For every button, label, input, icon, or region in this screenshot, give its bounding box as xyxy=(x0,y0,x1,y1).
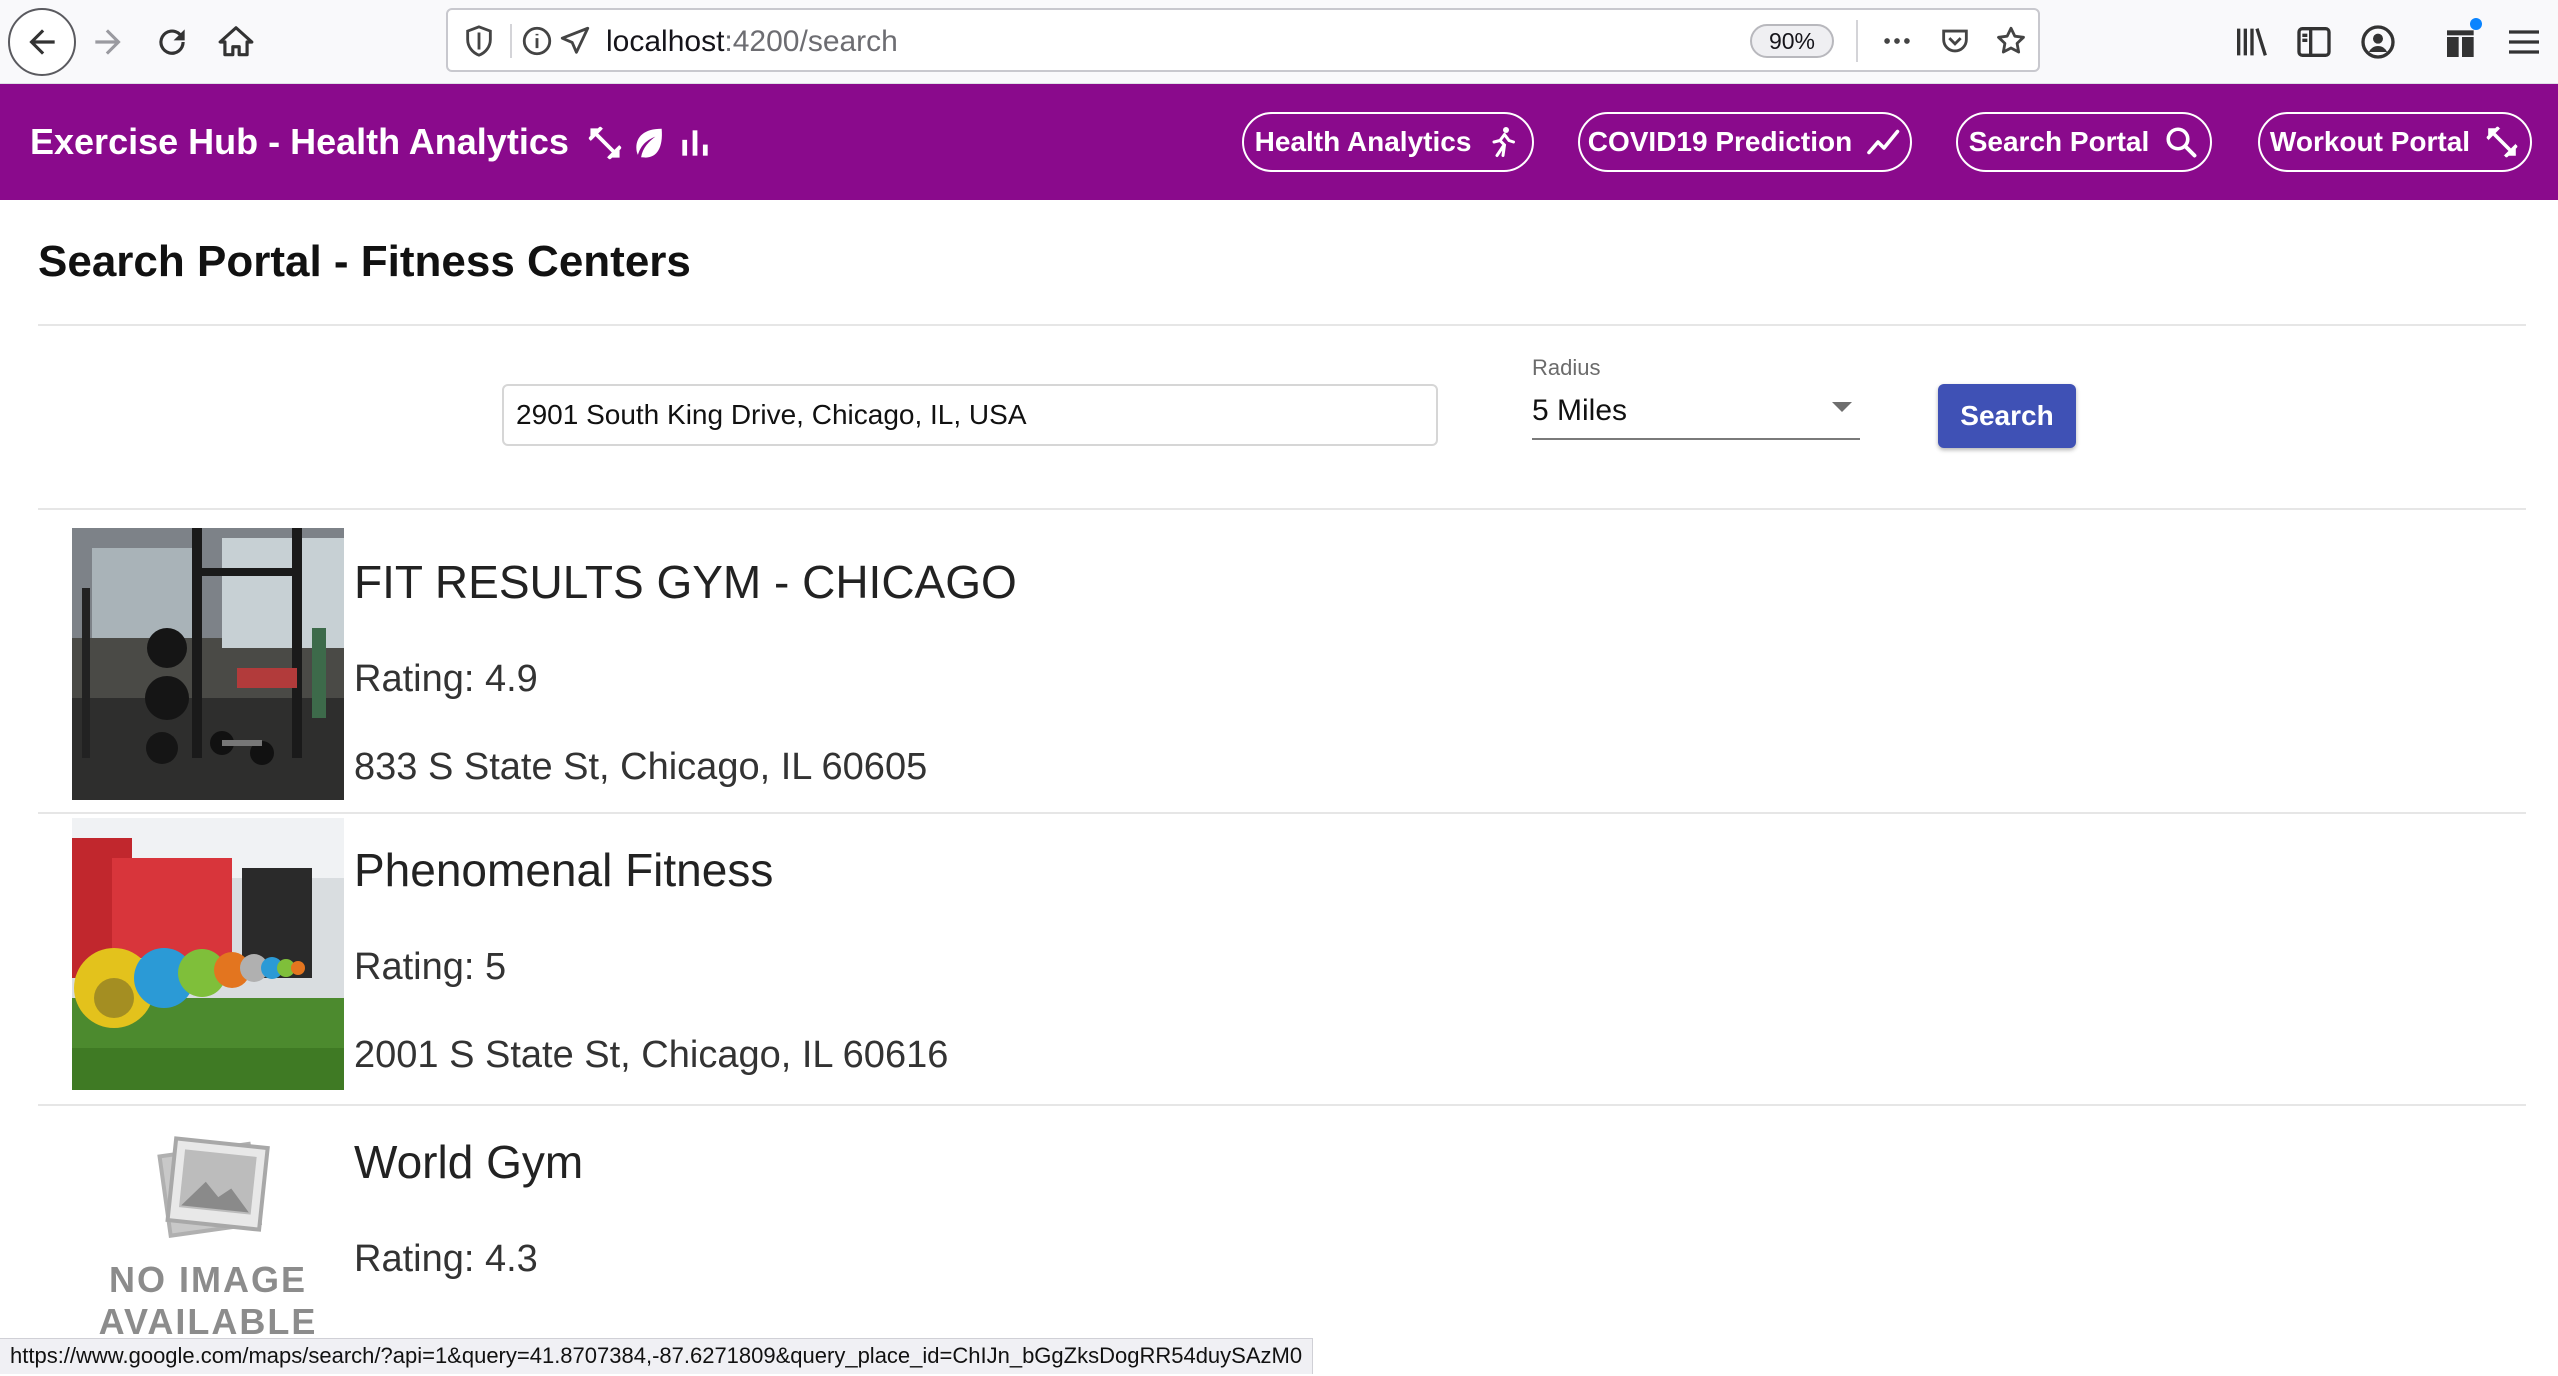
url-text[interactable]: localhost:4200/search xyxy=(606,24,898,60)
result-rating: Rating: 4.3 xyxy=(354,1238,538,1280)
reload-button[interactable] xyxy=(138,8,206,76)
result-name[interactable]: World Gym xyxy=(354,1134,583,1190)
result-item[interactable]: FIT RESULTS GYM - CHICAGO Rating: 4.9 83… xyxy=(38,528,2526,808)
nav-label: Search Portal xyxy=(1968,126,2150,157)
arrow-left-icon xyxy=(29,29,55,55)
search-icon xyxy=(2166,127,2197,158)
nav-covid19-prediction[interactable]: COVID19 Prediction xyxy=(1578,112,1912,172)
reload-icon xyxy=(159,29,185,55)
nav-label: COVID19 Prediction xyxy=(1587,126,1853,157)
location-search-input[interactable] xyxy=(502,384,1438,446)
more-icon[interactable] xyxy=(1880,24,1914,58)
kettlebells-photo[interactable] xyxy=(72,818,344,1090)
divider xyxy=(38,812,2526,814)
result-rating: Rating: 5 xyxy=(354,946,507,988)
gym-interior-photo[interactable] xyxy=(72,528,344,800)
page-title: Search Portal - Fitness Centers xyxy=(38,237,691,286)
library-icon[interactable] xyxy=(2232,22,2272,62)
divider xyxy=(1856,20,1858,62)
trending-up-icon xyxy=(1867,129,1900,155)
account-icon[interactable] xyxy=(2358,22,2398,62)
zoom-level[interactable]: 90% xyxy=(1750,24,1834,58)
address-bar[interactable]: localhost:4200/search 90% xyxy=(446,8,2040,72)
back-button[interactable] xyxy=(8,8,76,76)
no-image-text: NO IMAGE xyxy=(108,1259,307,1300)
nav-health-analytics[interactable]: Health Analytics xyxy=(1242,112,1534,172)
tracking-shield-icon[interactable] xyxy=(462,24,496,58)
divider xyxy=(38,1104,2526,1106)
nav-workout-portal[interactable]: Workout Portal xyxy=(2258,112,2532,172)
radius-value: 5 Miles xyxy=(1532,394,1628,427)
nav-label: Workout Portal xyxy=(2269,126,2471,157)
radius-select[interactable]: 5 Miles xyxy=(1532,384,1860,440)
dumbbell-icon xyxy=(586,124,624,162)
divider xyxy=(510,24,512,58)
info-icon[interactable] xyxy=(520,24,554,58)
caret-down-icon xyxy=(1832,402,1852,412)
app-header: Exercise Hub - Health Analytics Health A… xyxy=(0,84,2558,200)
result-item[interactable]: Phenomenal Fitness Rating: 5 2001 S Stat… xyxy=(38,818,2526,1104)
browser-toolbar: localhost:4200/search 90% xyxy=(0,0,2558,84)
url-path: :4200/search xyxy=(724,25,898,58)
leaf-icon xyxy=(630,124,668,162)
result-name[interactable]: Phenomenal Fitness xyxy=(354,842,773,898)
notification-dot xyxy=(2470,18,2482,30)
arrow-right-icon xyxy=(95,29,121,55)
result-address[interactable]: 833 S State St, Chicago, IL 60605 xyxy=(354,744,927,790)
result-rating: Rating: 4.9 xyxy=(354,658,538,700)
home-button[interactable] xyxy=(202,8,270,76)
search-button[interactable]: Search xyxy=(1938,384,2076,448)
dumbbell-icon xyxy=(2486,126,2518,158)
result-address[interactable]: 2001 S State St, Chicago, IL 60616 xyxy=(354,1032,948,1078)
bar-chart-icon xyxy=(676,124,714,162)
forward-button[interactable] xyxy=(74,8,142,76)
no-image-text: AVAILABLE xyxy=(98,1301,318,1342)
hamburger-menu-icon[interactable] xyxy=(2504,22,2544,62)
location-arrow-icon[interactable] xyxy=(558,24,592,58)
result-name[interactable]: FIT RESULTS GYM - CHICAGO xyxy=(354,554,1017,610)
nav-label: Health Analytics xyxy=(1254,126,1472,157)
divider xyxy=(38,508,2526,510)
sidebar-icon[interactable] xyxy=(2294,22,2334,62)
image-placeholder-icon xyxy=(157,1136,270,1238)
pocket-icon[interactable] xyxy=(1938,24,1972,58)
link-status-bar: https://www.google.com/maps/search/?api=… xyxy=(0,1338,1314,1374)
divider xyxy=(38,324,2526,326)
running-icon xyxy=(1492,127,1516,157)
app-title[interactable]: Exercise Hub - Health Analytics xyxy=(30,120,569,164)
radius-label: Radius xyxy=(1532,355,1601,380)
home-icon xyxy=(218,26,254,57)
nav-search-portal[interactable]: Search Portal xyxy=(1956,112,2212,172)
url-host: localhost xyxy=(606,25,725,58)
result-item[interactable]: NO IMAGE AVAILABLE World Gym Rating: 4.3 xyxy=(38,1110,2526,1376)
bookmark-star-icon[interactable] xyxy=(1994,24,2028,58)
no-image-placeholder[interactable]: NO IMAGE AVAILABLE xyxy=(72,1110,344,1376)
